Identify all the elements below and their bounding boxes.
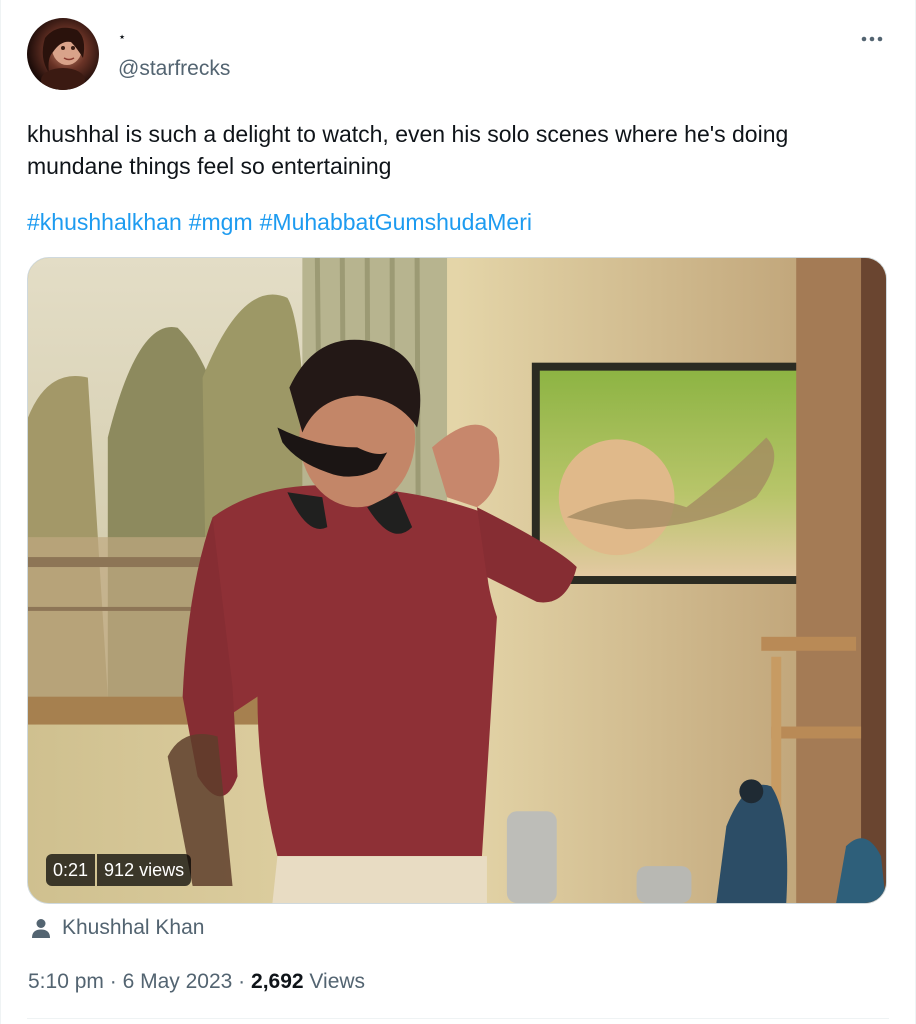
hashtag-list: #khushhalkhan #mgm #MuhabbatGumshudaMeri — [27, 206, 539, 238]
author-handle[interactable]: @starfrecks — [118, 56, 230, 82]
hashtag-link[interactable]: #mgm — [189, 209, 253, 235]
card-border-left — [0, 0, 1, 1024]
hashtag-link[interactable]: #khushhalkhan — [27, 209, 182, 235]
meta-separator: · — [109, 970, 117, 993]
video-frame — [28, 258, 886, 903]
author-display-name[interactable]: ⋆ — [118, 30, 126, 44]
views-count[interactable]: 2,692 — [251, 970, 304, 993]
more-horizontal-icon — [861, 36, 883, 42]
video-duration: 0:21 — [46, 854, 96, 886]
video-player[interactable]: 0:21 912 views — [27, 257, 887, 904]
avatar-image — [41, 27, 85, 90]
meta-separator: · — [238, 970, 246, 993]
tweet-date[interactable]: 6 May 2023 — [123, 970, 233, 993]
author-avatar[interactable] — [27, 18, 99, 90]
more-options-button[interactable] — [858, 28, 886, 50]
views-label: Views — [309, 970, 366, 993]
tweet-text: khushhal is such a delight to watch, eve… — [27, 121, 789, 179]
person-icon — [32, 919, 50, 938]
video-info-badge: 0:21 912 views — [46, 854, 192, 886]
hashtag-link[interactable]: #MuhabbatGumshudaMeri — [260, 209, 532, 235]
divider — [27, 1018, 889, 1019]
tweet-time[interactable]: 5:10 pm — [28, 970, 104, 993]
tweet-meta: 5:10 pm · 6 May 2023 · 2,692 Views — [28, 967, 365, 997]
tweet-card: ⋆ @starfrecks khushhal is such a delight… — [0, 0, 916, 1024]
video-views: 912 views — [97, 854, 192, 886]
tagged-user[interactable]: Khushhal Khan — [30, 913, 204, 943]
tagged-user-name: Khushhal Khan — [62, 916, 205, 939]
